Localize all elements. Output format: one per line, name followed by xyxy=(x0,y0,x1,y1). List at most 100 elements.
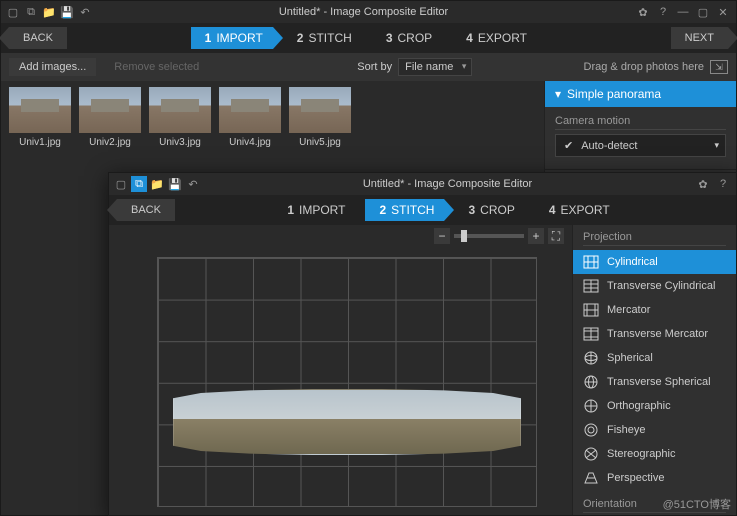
camera-motion-select[interactable]: ✔ Auto-detect xyxy=(555,134,726,157)
zoom-in-button[interactable]: + xyxy=(528,228,544,244)
thumbnail-image xyxy=(9,87,71,133)
add-images-button[interactable]: Add images... xyxy=(9,58,96,76)
projection-item-label: Spherical xyxy=(607,352,653,364)
thumbnail-caption: Univ5.jpg xyxy=(289,137,351,148)
step-stitch[interactable]: 2STITCH xyxy=(283,27,362,49)
sort-by-label: Sort by xyxy=(357,61,392,73)
import-toolbar: Add images... Remove selected Sort by Fi… xyxy=(1,53,736,81)
projection-panel: Projection Cylindrical Transverse Cylindr… xyxy=(572,225,736,515)
help-icon[interactable]: ? xyxy=(654,4,672,20)
projection-transverse-spherical[interactable]: Transverse Spherical xyxy=(573,370,736,394)
preview-canvas[interactable] xyxy=(117,251,564,507)
drop-target-icon[interactable]: ⇲ xyxy=(710,60,728,74)
projection-orthographic[interactable]: Orthographic xyxy=(573,394,736,418)
thumbnail[interactable]: Univ2.jpg xyxy=(79,87,141,148)
projection-icon xyxy=(583,279,599,293)
chevron-down-icon: ▾ xyxy=(555,87,561,101)
minimize-button[interactable]: — xyxy=(674,4,692,20)
step-bar: BACK 1IMPORT 2STITCH 3 CROP 4 EXPORT NEXT xyxy=(1,23,736,53)
close-button[interactable]: ✕ xyxy=(714,4,732,20)
settings-icon[interactable]: ✿ xyxy=(694,176,712,192)
projection-stereographic[interactable]: Stereographic xyxy=(573,442,736,466)
thumbnail-image xyxy=(219,87,281,133)
projection-label: Projection xyxy=(583,231,726,246)
copy-icon[interactable]: ⧉ xyxy=(131,176,147,192)
window-title: Untitled* - Image Composite Editor xyxy=(201,178,694,190)
thumbnail[interactable]: Univ1.jpg xyxy=(9,87,71,148)
thumbnail-image xyxy=(289,87,351,133)
step-label: CROP xyxy=(480,203,515,217)
help-icon[interactable]: ? xyxy=(714,176,732,192)
copy-icon[interactable]: ⧉ xyxy=(23,4,39,20)
step-label: EXPORT xyxy=(478,31,527,45)
next-button[interactable]: NEXT xyxy=(671,27,728,49)
projection-spherical[interactable]: Spherical xyxy=(573,346,736,370)
projection-cylindrical[interactable]: Cylindrical xyxy=(573,250,736,274)
step-number: 2 xyxy=(379,203,386,217)
projection-item-label: Fisheye xyxy=(607,424,646,436)
panorama-preview[interactable] xyxy=(173,389,521,455)
projection-item-label: Transverse Cylindrical xyxy=(607,280,715,292)
thumbnail-image xyxy=(149,87,211,133)
step-export[interactable]: 4 EXPORT xyxy=(452,27,537,49)
step-import[interactable]: 1IMPORT xyxy=(191,27,273,49)
step-stitch[interactable]: 2 STITCH xyxy=(365,199,444,221)
maximize-button[interactable]: ▢ xyxy=(694,4,712,20)
projection-icon xyxy=(583,423,599,437)
open-icon[interactable]: 📁 xyxy=(149,176,165,192)
save-icon[interactable]: 💾 xyxy=(59,4,75,20)
projection-fisheye[interactable]: Fisheye xyxy=(573,418,736,442)
new-icon[interactable]: ▢ xyxy=(113,176,129,192)
projection-icon xyxy=(583,375,599,389)
projection-item-label: Transverse Mercator xyxy=(607,328,708,340)
undo-icon[interactable]: ↶ xyxy=(185,176,201,192)
accordion-simple-panorama[interactable]: ▾ Simple panorama xyxy=(545,81,736,107)
thumbnail[interactable]: Univ3.jpg xyxy=(149,87,211,148)
new-icon[interactable]: ▢ xyxy=(5,4,21,20)
canvas-area: − + ⛶ xyxy=(109,225,572,515)
open-icon[interactable]: 📁 xyxy=(41,4,57,20)
projection-transverse-cylindrical[interactable]: Transverse Cylindrical xyxy=(573,274,736,298)
window-title: Untitled* - Image Composite Editor xyxy=(93,6,634,18)
step-number: 4 xyxy=(466,31,473,45)
thumbnail-caption: Univ4.jpg xyxy=(219,137,281,148)
thumbnail[interactable]: Univ4.jpg xyxy=(219,87,281,148)
fit-button[interactable]: ⛶ xyxy=(548,228,564,244)
step-label: IMPORT xyxy=(299,203,345,217)
window-stitch: ▢ ⧉ 📁 💾 ↶ Untitled* - Image Composite Ed… xyxy=(108,172,737,516)
step-crop[interactable]: 3CROP xyxy=(454,199,524,221)
back-button[interactable]: BACK xyxy=(9,27,67,49)
thumbnail-image xyxy=(79,87,141,133)
step-number: 3 xyxy=(386,31,393,45)
projection-item-label: Mercator xyxy=(607,304,650,316)
zoom-out-button[interactable]: − xyxy=(434,228,450,244)
remove-selected-button: Remove selected xyxy=(104,58,209,76)
back-button[interactable]: BACK xyxy=(117,199,175,221)
step-label: CROP xyxy=(398,31,433,45)
projection-transverse-mercator[interactable]: Transverse Mercator xyxy=(573,322,736,346)
projection-grid xyxy=(157,257,537,507)
projection-icon xyxy=(583,303,599,317)
thumbnail-caption: Univ3.jpg xyxy=(149,137,211,148)
thumbnail[interactable]: Univ5.jpg xyxy=(289,87,351,148)
step-label: EXPORT xyxy=(561,203,610,217)
projection-icon xyxy=(583,447,599,461)
sort-by-select[interactable]: File name xyxy=(398,58,472,76)
step-bar: BACK 1 IMPORT 2 STITCH 3CROP 4EXPORT xyxy=(109,195,736,225)
save-icon[interactable]: 💾 xyxy=(167,176,183,192)
step-number: 2 xyxy=(297,31,304,45)
step-import[interactable]: 1 IMPORT xyxy=(273,199,355,221)
titlebar: ▢ ⧉ 📁 💾 ↶ Untitled* - Image Composite Ed… xyxy=(109,173,736,195)
zoom-slider[interactable] xyxy=(454,234,524,238)
projection-item-label: Cylindrical xyxy=(607,256,658,268)
step-label: STITCH xyxy=(391,203,434,217)
projection-item-label: Perspective xyxy=(607,472,664,484)
projection-mercator[interactable]: Mercator xyxy=(573,298,736,322)
undo-icon[interactable]: ↶ xyxy=(77,4,93,20)
projection-icon xyxy=(583,471,599,485)
projection-perspective[interactable]: Perspective xyxy=(573,466,736,490)
step-crop[interactable]: 3 CROP xyxy=(372,27,442,49)
step-number: 1 xyxy=(287,203,294,217)
step-export[interactable]: 4EXPORT xyxy=(535,199,620,221)
settings-icon[interactable]: ✿ xyxy=(634,4,652,20)
